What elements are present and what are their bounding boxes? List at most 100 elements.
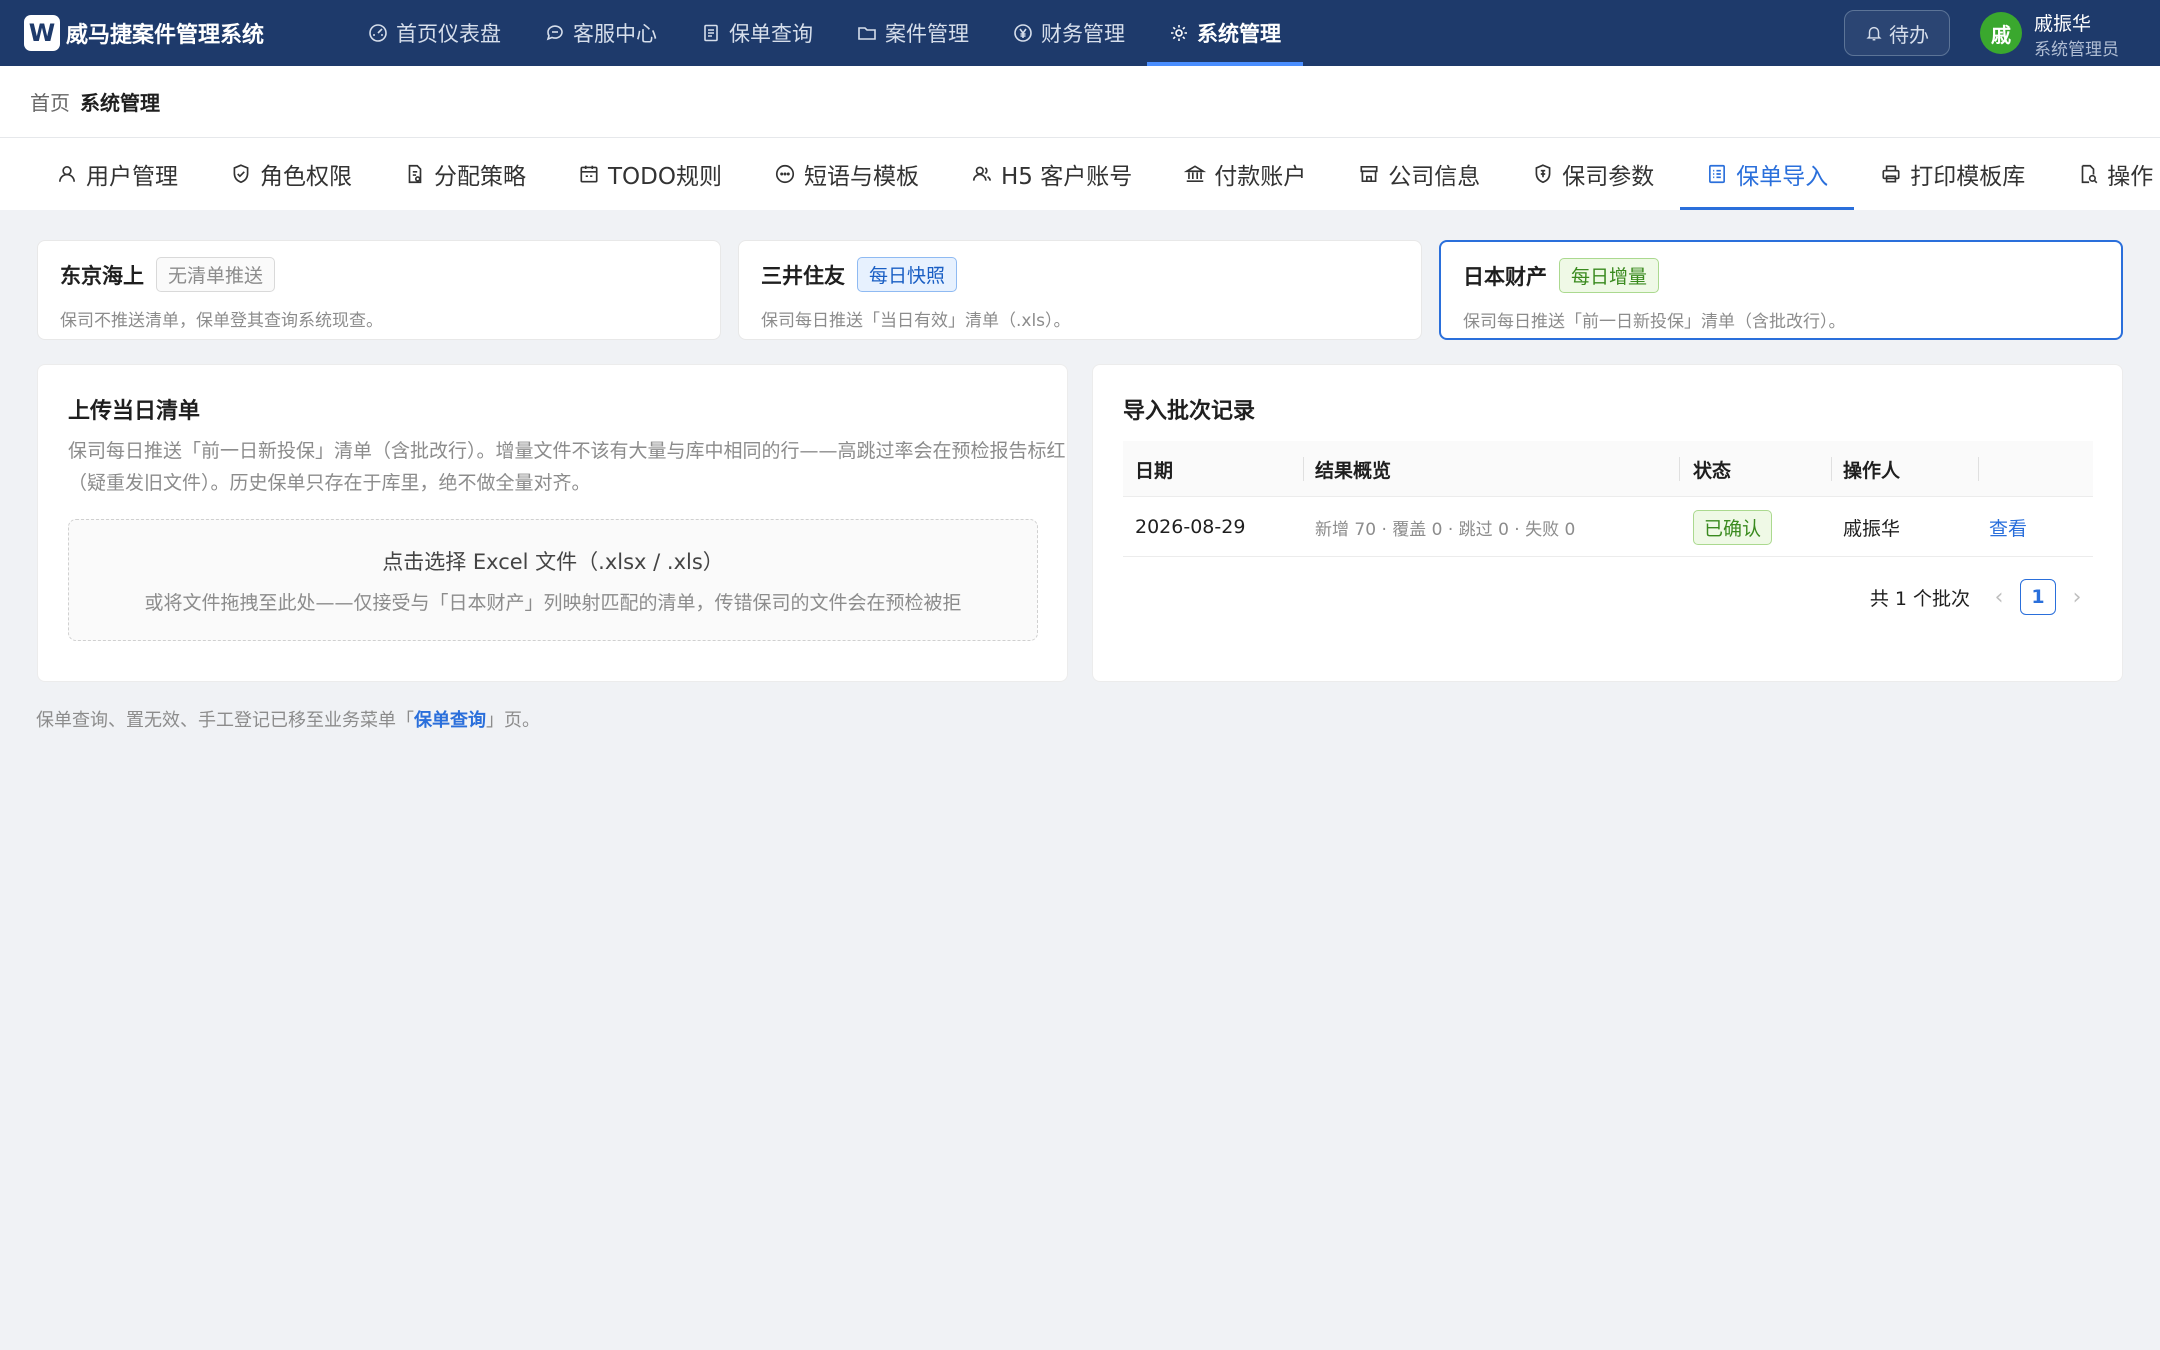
shop-icon (1360, 166, 1378, 182)
folder-icon (858, 27, 876, 40)
insurer-card-nippon[interactable]: 日本财产 每日增量 保司每日推送「前一日新投保」清单（含批改行）。 (1439, 240, 2123, 340)
breadcrumb: 首页 系统管理 (0, 66, 2160, 138)
tab-policy-import[interactable]: 保单导入 (1680, 138, 1855, 210)
main-nav: 首页仪表盘 客服中心 保单查询 案件管理 财务管理 系统管理 (346, 0, 1303, 66)
prev-page-button[interactable]: ‹ (1984, 585, 2014, 610)
tab-label: 公司信息 (1388, 164, 1481, 190)
app-logo-icon: W (24, 15, 60, 51)
tab-operation-log[interactable]: 操作 (2051, 138, 2160, 210)
message-icon (775, 164, 795, 184)
nav-item-service[interactable]: 客服中心 (523, 0, 679, 66)
calendar-icon (580, 165, 598, 183)
yen-icon (1014, 24, 1032, 42)
list-icon (1709, 164, 1726, 184)
column-header-summary: 结果概览 (1315, 459, 1392, 482)
batch-operator: 戚振华 (1843, 517, 1901, 540)
nav-item-label: 系统管理 (1197, 22, 1281, 46)
insurer-desc: 保司每日推送「前一日新投保」清单（含批改行）。 (1463, 312, 1846, 332)
upload-description: 保司每日推送「前一日新投保」清单（含批改行）。增量文件不该有大量与库中相同的行—… (68, 440, 1066, 494)
nav-item-label: 案件管理 (885, 22, 969, 46)
dropzone-main-text: 点击选择 Excel 文件（.xlsx / .xls） (382, 550, 724, 574)
tab-payment-account[interactable]: 付款账户 (1158, 138, 1332, 210)
tab-label: H5 客户账号 (1000, 164, 1133, 190)
insurer-card-mitsui[interactable]: 三井住友 每日快照 保司每日推送「当日有效」清单（.xls）。 (738, 240, 1422, 340)
table-row: 2026-08-29 新增 70 · 覆盖 0 · 跳过 0 · 失败 0 已确… (1123, 497, 2093, 557)
view-batch-link[interactable]: 查看 (1989, 497, 2027, 557)
tab-label: 打印模板库 (1910, 164, 2026, 190)
document-icon (704, 24, 718, 42)
users-icon (972, 166, 992, 181)
page-number-1[interactable]: 1 (2020, 579, 2056, 615)
tab-print-template[interactable]: 打印模板库 (1854, 138, 2051, 210)
next-page-button[interactable]: › (2062, 585, 2092, 610)
nav-item-label: 首页仪表盘 (396, 22, 501, 46)
pagination-total: 共 1 个批次 (1869, 587, 1970, 610)
bank-icon (1184, 165, 1207, 182)
settings-tab-bar: 用户管理 角色权限 分配策略 TODO规则 短语与模板 H5 客户账号 付款账户… (0, 138, 2160, 210)
chat-icon (546, 25, 563, 41)
tab-label: 角色权限 (260, 164, 352, 190)
top-nav-bar: W 威马捷案件管理系统 首页仪表盘 客服中心 保单查询 案件管理 财务管理 系统… (0, 0, 2160, 66)
nav-item-dashboard[interactable]: 首页仪表盘 (346, 0, 523, 66)
insurer-name: 日本财产 (1463, 264, 1547, 289)
tab-label: 用户管理 (86, 164, 178, 190)
nav-item-label: 财务管理 (1041, 22, 1125, 46)
nav-item-finance[interactable]: 财务管理 (991, 0, 1147, 66)
tab-phrase-template[interactable]: 短语与模板 (748, 138, 945, 210)
todo-label: 待办 (1889, 22, 1929, 47)
nav-item-policy[interactable]: 保单查询 (679, 0, 835, 66)
tab-todo-rules[interactable]: TODO规则 (552, 138, 748, 210)
insurer-desc: 保司不推送清单，保单登其查询系统现查。 (60, 311, 383, 331)
user-role: 系统管理员 (2034, 40, 2119, 60)
avatar[interactable]: 戚 (1980, 12, 2022, 54)
upload-title: 上传当日清单 (68, 399, 201, 424)
tab-company-info[interactable]: 公司信息 (1332, 138, 1506, 210)
tab-h5-customer-account[interactable]: H5 客户账号 (945, 138, 1158, 210)
nav-item-system[interactable]: 系统管理 (1147, 0, 1303, 66)
batch-records-panel: 导入批次记录 日期 结果概览 状态 操作人 2026-08-29 新增 70 ·… (1092, 364, 2123, 682)
gear-icon (1171, 25, 1187, 41)
column-header-date: 日期 (1135, 459, 1174, 482)
doc-gear-icon (408, 164, 422, 184)
pagination: 共 1 个批次 ‹ 1 › (1870, 579, 2092, 615)
brand[interactable]: W 威马捷案件管理系统 (24, 15, 314, 51)
shield-param-icon (1535, 164, 1551, 184)
nav-item-case[interactable]: 案件管理 (835, 0, 991, 66)
tab-insurer-params[interactable]: 保司参数 (1506, 138, 1680, 210)
tab-label: 保单导入 (1736, 164, 1829, 190)
file-dropzone[interactable]: 点击选择 Excel 文件（.xlsx / .xls） 或将文件拖拽至此处——仅… (68, 519, 1038, 641)
insurer-tag: 每日快照 (857, 257, 958, 292)
tab-user-management[interactable]: 用户管理 (30, 138, 204, 210)
insurer-desc: 保司每日推送「当日有效」清单（.xls）。 (761, 311, 1071, 331)
insurer-name: 东京海上 (60, 263, 144, 288)
shield-check-icon (233, 164, 249, 184)
dashboard-icon (369, 24, 387, 42)
batch-summary: 新增 70 · 覆盖 0 · 跳过 0 · 失败 0 (1315, 519, 1576, 540)
tab-label: TODO规则 (608, 164, 722, 190)
upload-panel: 上传当日清单 保司每日推送「前一日新投保」清单（含批改行）。增量文件不该有大量与… (37, 364, 1068, 682)
nav-item-label: 保单查询 (729, 22, 813, 46)
column-header-operator: 操作人 (1843, 459, 1901, 482)
table-header: 日期 结果概览 状态 操作人 (1123, 441, 2093, 497)
tab-role-permission[interactable]: 角色权限 (204, 138, 378, 210)
tab-label: 付款账户 (1214, 164, 1307, 190)
insurer-tag: 无清单推送 (156, 257, 276, 292)
user-name[interactable]: 戚振华 (2034, 9, 2091, 36)
footer-prefix: 保单查询、置无效、手工登记已移至业务菜单「 (36, 710, 414, 731)
breadcrumb-home[interactable]: 首页 (30, 87, 70, 116)
user-icon (59, 166, 75, 182)
todo-button[interactable]: 待办 (1844, 10, 1950, 56)
tab-label: 短语与模板 (803, 164, 919, 190)
policy-query-link[interactable]: 保单查询 (414, 710, 486, 731)
app-title: 威马捷案件管理系统 (66, 23, 265, 48)
nav-item-label: 客服中心 (573, 22, 657, 46)
status-badge: 已确认 (1693, 509, 1773, 545)
breadcrumb-current: 系统管理 (80, 91, 160, 115)
insurer-card-tokio[interactable]: 东京海上 无清单推送 保司不推送清单，保单登其查询系统现查。 (37, 240, 721, 340)
batch-title: 导入批次记录 (1123, 399, 1256, 424)
printer-icon (1882, 165, 1900, 183)
insurer-name: 三井住友 (761, 263, 845, 288)
audit-icon (2081, 164, 2098, 184)
tab-assign-strategy[interactable]: 分配策略 (378, 138, 552, 210)
tab-label: 保司参数 (1562, 164, 1655, 190)
